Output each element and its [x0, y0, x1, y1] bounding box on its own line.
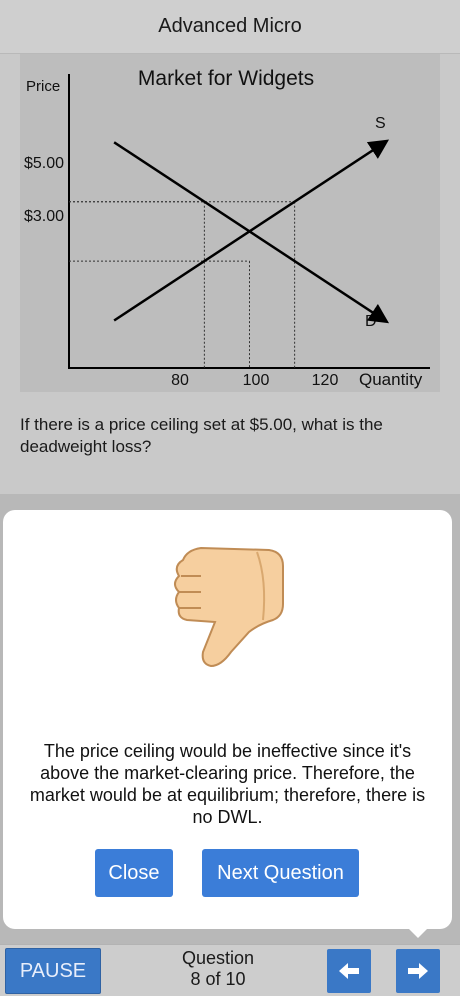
- y-tick-label: $5.00: [24, 155, 64, 172]
- thumbs-down-icon: [174, 546, 284, 668]
- previous-question-button[interactable]: [327, 949, 371, 993]
- modal-pointer: [400, 920, 436, 938]
- progress-label: Question: [181, 948, 255, 968]
- chart-svg: Market for Widgets Price Quantity $5.00 …: [24, 67, 430, 389]
- y-tick-label: $3.00: [24, 208, 64, 225]
- chart-title: Market for Widgets: [138, 67, 314, 90]
- footer-bar: PAUSE Question 8 of 10: [0, 944, 460, 996]
- progress-count: 8 of 10: [190, 969, 246, 989]
- supply-demand-graph: Market for Widgets Price Quantity $5.00 …: [20, 54, 440, 392]
- x-tick-label: 80: [171, 372, 189, 389]
- question-progress: Question 8 of 10: [150, 948, 286, 990]
- x-axis-label: Quantity: [359, 370, 423, 389]
- app-title: Advanced Micro: [158, 15, 302, 37]
- close-button[interactable]: Close: [95, 849, 173, 897]
- question-area: Market for Widgets Price Quantity $5.00 …: [0, 54, 460, 494]
- supply-curve-label: S: [375, 115, 386, 132]
- x-tick-label: 120: [312, 372, 339, 389]
- arrow-right-icon: [408, 963, 428, 979]
- x-tick-label: 100: [243, 372, 270, 389]
- demand-curve-label: D: [365, 313, 377, 330]
- y-axis-label: Price: [26, 78, 60, 95]
- feedback-modal: The price ceiling would be ineffective s…: [3, 510, 452, 929]
- arrow-left-icon: [339, 963, 359, 979]
- app-header: Advanced Micro: [0, 0, 460, 54]
- next-question-button[interactable]: Next Question: [202, 849, 359, 897]
- question-text: If there is a price ceiling set at $5.00…: [20, 415, 383, 456]
- pause-button[interactable]: PAUSE: [5, 948, 101, 994]
- feedback-text: The price ceiling would be ineffective s…: [29, 741, 426, 827]
- next-question-arrow-button[interactable]: [396, 949, 440, 993]
